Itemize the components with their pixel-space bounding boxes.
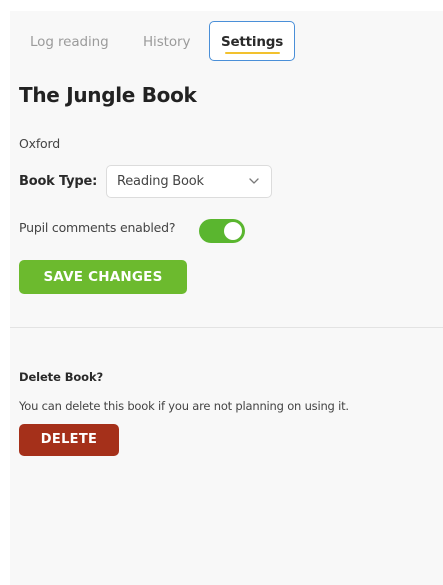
chevron-down-icon [249,178,259,184]
section-divider [10,327,443,328]
tab-settings[interactable]: Settings [209,21,295,61]
active-tab-indicator [225,52,280,54]
toggle-knob [224,222,242,240]
pupil-comments-label: Pupil comments enabled? [19,220,176,235]
book-type-select[interactable]: Reading Book [106,165,272,198]
book-type-label: Book Type: [19,174,98,189]
save-changes-button[interactable]: SAVE CHANGES [19,260,187,294]
tab-log-reading[interactable]: Log reading [30,34,109,50]
tab-history[interactable]: History [143,34,190,50]
delete-book-heading: Delete Book? [19,370,104,384]
book-publisher: Oxford [19,136,60,151]
pupil-comments-toggle[interactable] [199,219,245,243]
delete-button[interactable]: DELETE [19,424,119,456]
tab-settings-label: Settings [220,34,284,50]
delete-book-description: You can delete this book if you are not … [19,399,349,413]
book-title: The Jungle Book [19,83,197,107]
book-type-value: Reading Book [117,174,204,189]
